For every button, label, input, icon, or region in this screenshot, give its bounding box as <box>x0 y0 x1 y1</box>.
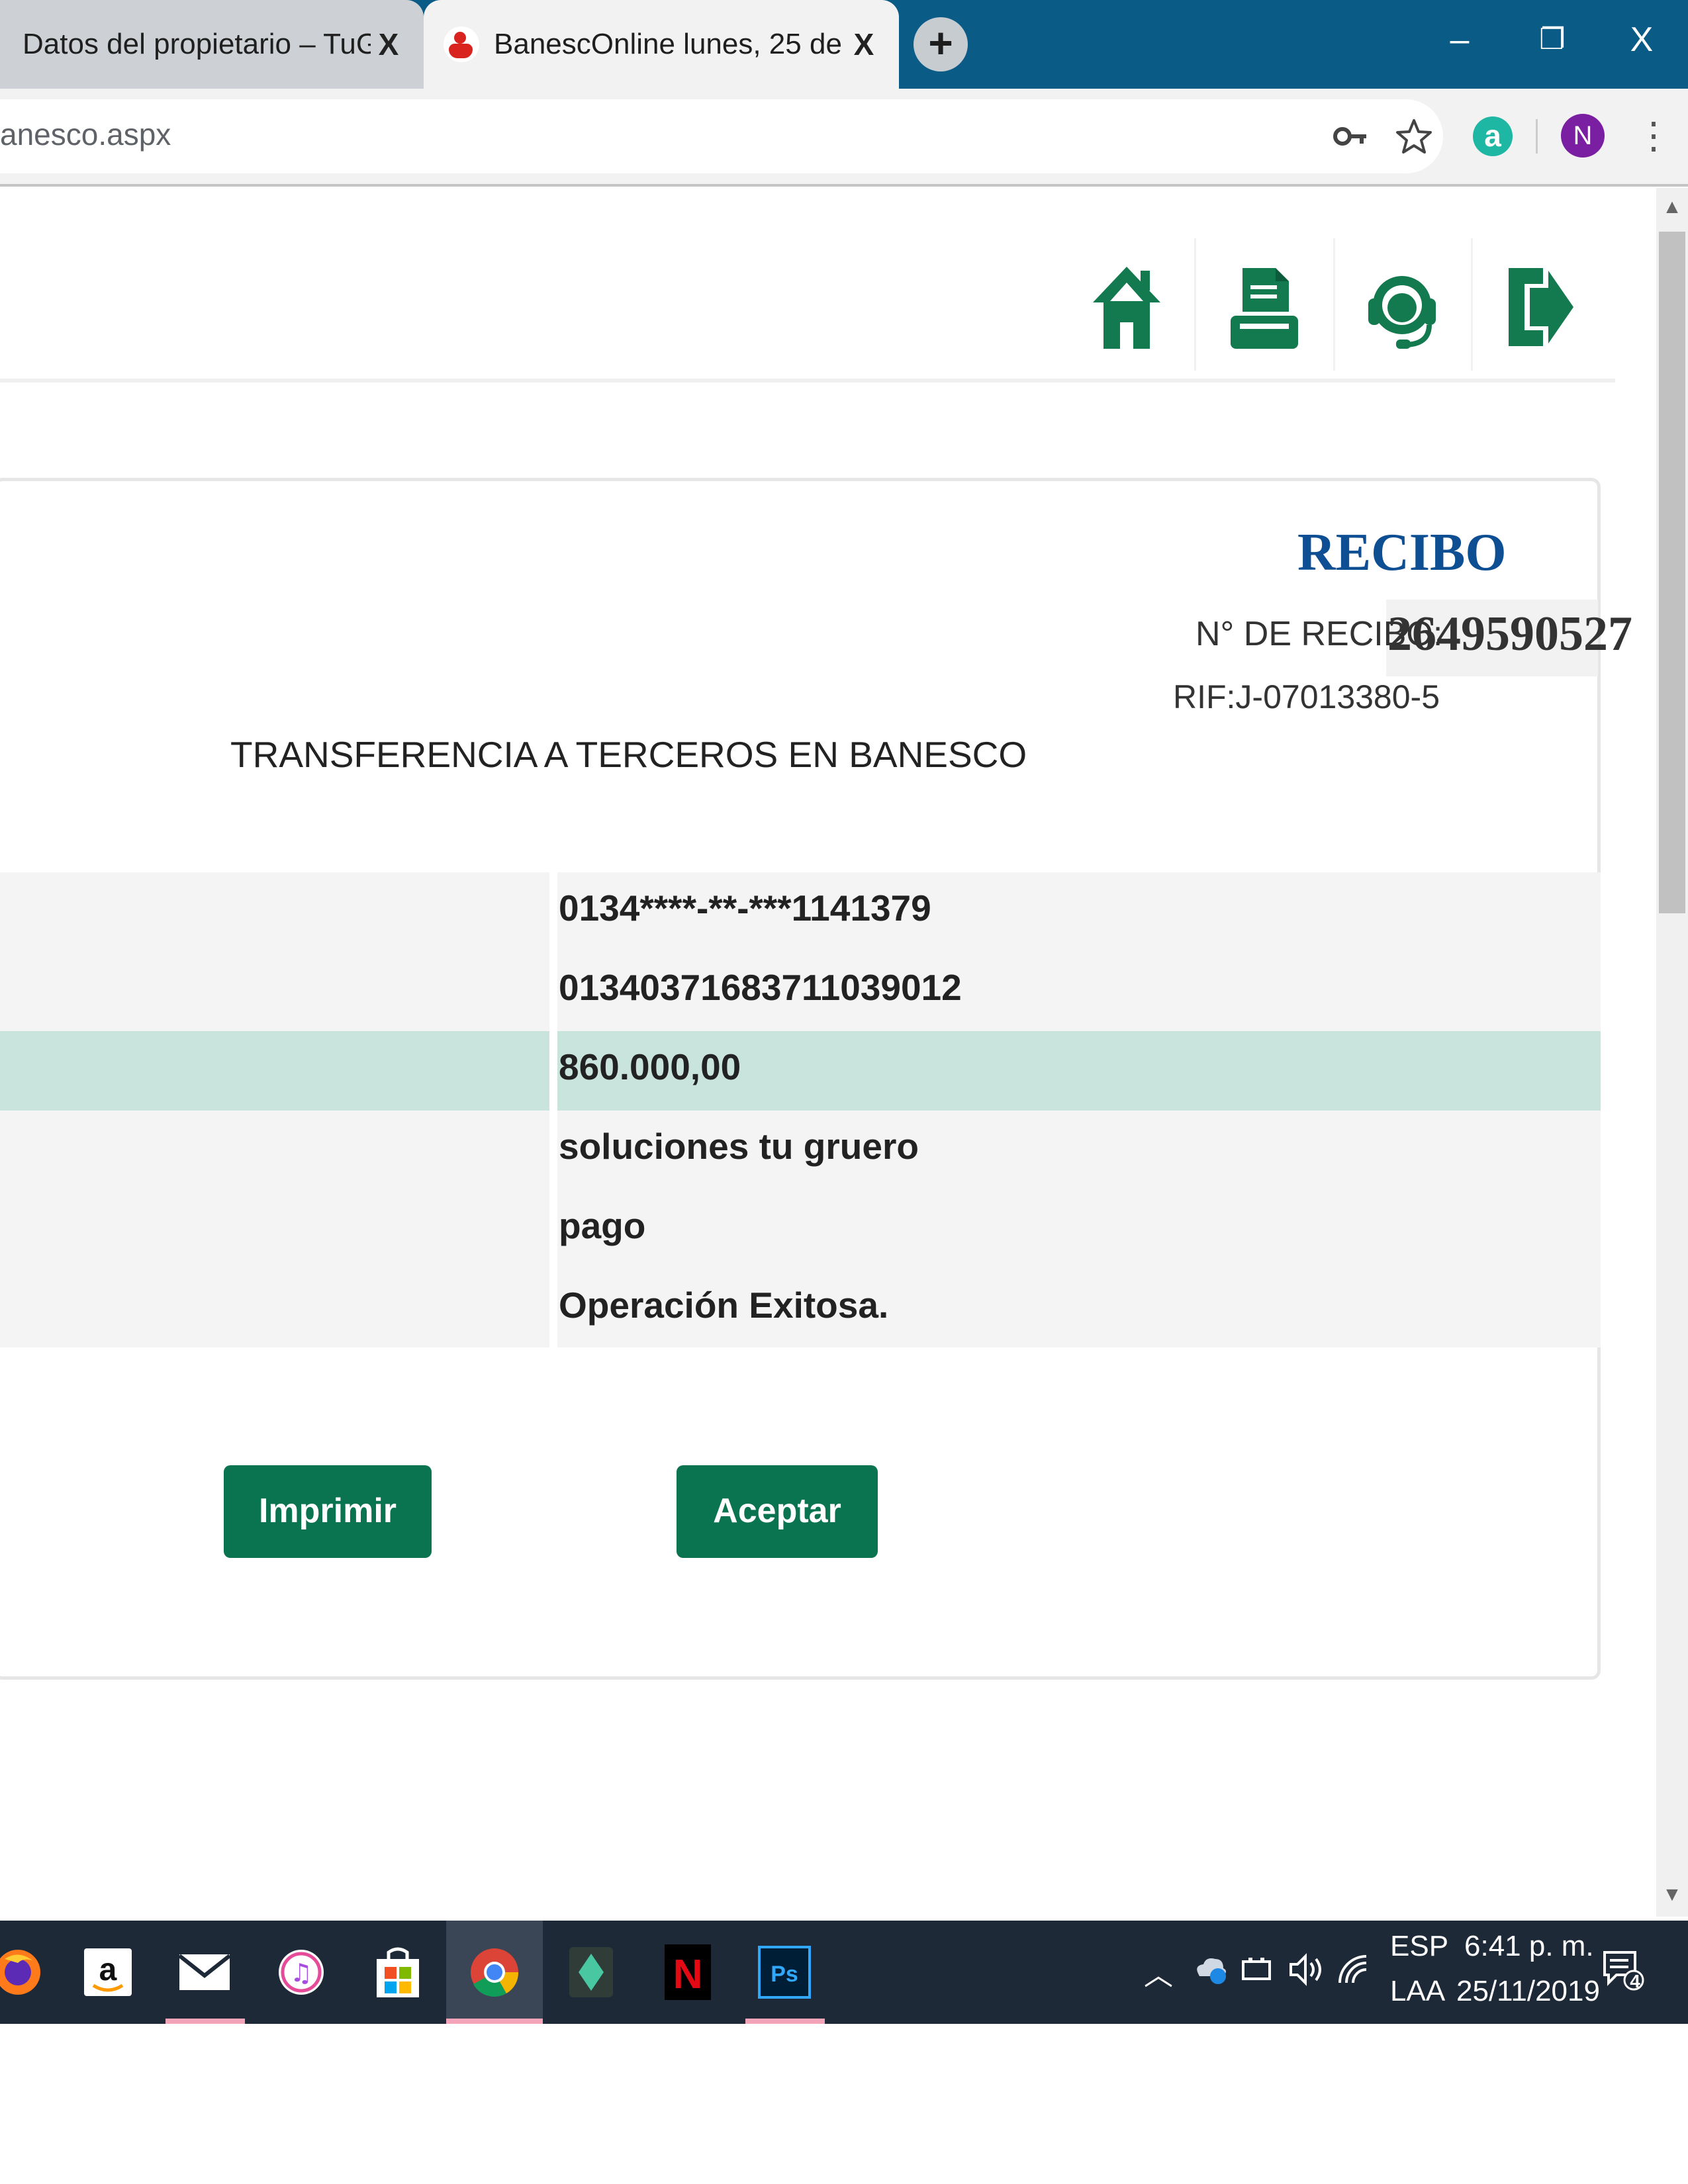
print-icon[interactable] <box>1198 254 1331 360</box>
network-power-icon[interactable] <box>1239 1952 1274 1990</box>
toolbar-divider <box>1536 119 1538 154</box>
close-tab-icon[interactable]: X <box>371 26 406 62</box>
column-divider <box>549 872 557 1347</box>
new-tab-button[interactable]: + <box>914 17 968 71</box>
svg-text:N: N <box>673 1952 703 1997</box>
firefox-icon[interactable] <box>0 1921 66 2024</box>
status-value: Operación Exitosa. <box>559 1285 889 1326</box>
language-indicator-bottom[interactable]: LAA <box>1390 1975 1445 2008</box>
receipt-title: RECIBO <box>1297 523 1507 582</box>
beneficiary-value: soluciones tu gruero <box>559 1126 919 1167</box>
close-window-button[interactable]: X <box>1605 7 1678 73</box>
nav-separator <box>1471 238 1473 371</box>
volume-icon[interactable] <box>1287 1952 1324 1990</box>
restore-button[interactable]: ❐ <box>1516 7 1589 73</box>
app-icon[interactable] <box>543 1921 639 2024</box>
print-button[interactable]: Imprimir <box>224 1465 432 1558</box>
url-text[interactable]: anesco.aspx <box>0 116 171 152</box>
scroll-down-arrow-icon[interactable]: ▼ <box>1656 1884 1688 1910</box>
svg-text:a: a <box>99 1952 117 1987</box>
key-icon[interactable] <box>1331 116 1370 156</box>
chrome-icon[interactable] <box>446 1921 543 2024</box>
source-account-value: 0134****-**-***1141379 <box>559 887 931 929</box>
operation-title: TRANSFERENCIA A TERCEROS EN BANESCO <box>230 734 1027 775</box>
banesco-favicon-icon <box>444 26 479 62</box>
profile-avatar[interactable]: N <box>1561 114 1605 158</box>
onedrive-sync-icon[interactable] <box>1192 1950 1229 1990</box>
clock-date[interactable]: 25/11/2019 <box>1456 1975 1600 2008</box>
mail-icon[interactable] <box>156 1921 253 2024</box>
tab-datos-propietario[interactable]: Datos del propietario – TuGruero X <box>0 0 424 89</box>
language-indicator-top[interactable]: ESP <box>1390 1930 1448 1963</box>
concept-value: pago <box>559 1205 646 1246</box>
amazon-icon[interactable]: a <box>60 1921 156 2024</box>
tray-expand-icon[interactable]: ︿ <box>1144 1951 1173 1993</box>
netflix-icon[interactable]: N <box>639 1921 736 2024</box>
taskbar-open-indicator <box>446 2019 543 2024</box>
clock-time[interactable]: 6:41 p. m. <box>1464 1930 1594 1963</box>
scrollbar-thumb[interactable] <box>1659 232 1685 913</box>
destination-account-value: 01340371683711039012 <box>559 967 962 1008</box>
amount-value: 860.000,00 <box>559 1046 741 1087</box>
taskbar-open-indicator <box>165 2019 245 2024</box>
nav-separator <box>1333 238 1335 371</box>
store-icon[interactable] <box>350 1921 446 2024</box>
svg-text:Ps: Ps <box>771 1962 798 1987</box>
svg-text:♫: ♫ <box>290 1958 312 1987</box>
photoshop-icon[interactable]: Ps <box>736 1921 833 2024</box>
minimize-button[interactable]: – <box>1423 7 1496 73</box>
bookmark-star-icon[interactable] <box>1394 116 1434 156</box>
address-bar[interactable] <box>0 99 1443 173</box>
tab-label: Datos del propietario – TuGruero <box>23 28 371 60</box>
extension-a-icon[interactable]: a <box>1473 116 1513 156</box>
logout-icon[interactable] <box>1474 254 1606 360</box>
nav-separator <box>1194 238 1196 371</box>
receipt-number: 2649590527 <box>1387 607 1632 661</box>
amount-row-highlight <box>0 1031 1601 1111</box>
accept-button[interactable]: Aceptar <box>677 1465 878 1558</box>
header-divider <box>0 379 1615 383</box>
home-icon[interactable] <box>1060 254 1193 360</box>
tab-label: BanescOnline lunes, 25 de noviembre <box>494 28 846 60</box>
tab-banesconline[interactable]: BanescOnline lunes, 25 de noviembre X <box>424 0 899 89</box>
blank-area <box>0 2024 1688 2184</box>
toolbar-divider <box>0 184 1688 187</box>
browser-menu-icon[interactable]: ⋮ <box>1635 114 1672 160</box>
taskbar-open-indicator <box>745 2019 825 2024</box>
wifi-icon[interactable] <box>1336 1952 1370 1990</box>
notification-count: 4 <box>1630 1971 1640 1991</box>
scroll-up-arrow-icon[interactable]: ▲ <box>1656 196 1688 222</box>
rif-text: RIF:J-07013380-5 <box>1173 678 1440 715</box>
itunes-icon[interactable]: ♫ <box>253 1921 350 2024</box>
close-tab-icon[interactable]: X <box>846 26 882 62</box>
support-headset-icon[interactable] <box>1336 254 1468 360</box>
